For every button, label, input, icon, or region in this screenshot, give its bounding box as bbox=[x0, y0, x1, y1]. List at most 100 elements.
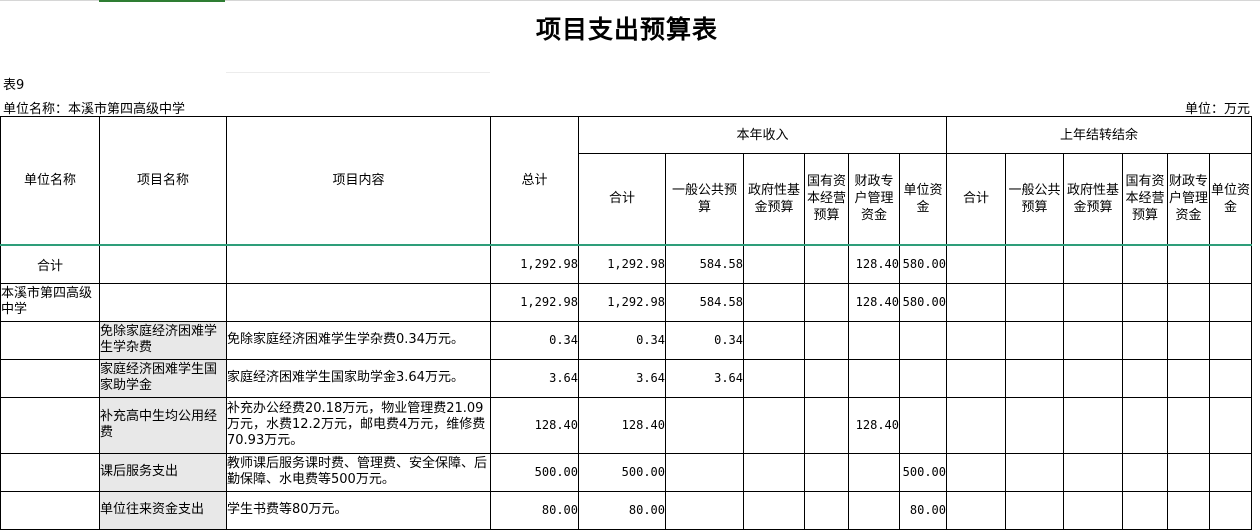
cell-co-soe[interactable] bbox=[1122, 243, 1168, 284]
cell-unit[interactable]: 合计 bbox=[0, 243, 100, 284]
cell-project[interactable]: 补充高中生均公用经费 bbox=[99, 396, 227, 454]
cell-inc-unit[interactable]: 580.00 bbox=[899, 282, 947, 322]
cell-inc-fund[interactable] bbox=[743, 452, 805, 492]
cell-co-fund[interactable] bbox=[1063, 490, 1123, 530]
header-carryover[interactable]: 上年结转结余 bbox=[946, 116, 1252, 154]
cell-total[interactable]: 80.00 bbox=[490, 490, 579, 530]
cell-project[interactable]: 家庭经济困难学生国家助学金 bbox=[99, 358, 227, 398]
cell-co-general[interactable] bbox=[1005, 452, 1064, 492]
cell-project[interactable] bbox=[99, 282, 227, 322]
cell-inc-unit[interactable]: 500.00 bbox=[899, 452, 947, 492]
cell-inc-fiscal[interactable] bbox=[848, 490, 900, 530]
cell-co-general[interactable] bbox=[1005, 320, 1064, 360]
header-inc-soe[interactable]: 国有资本经营预算 bbox=[804, 153, 849, 245]
cell-co-unit[interactable] bbox=[1209, 396, 1252, 454]
cell-inc-fund[interactable] bbox=[743, 490, 805, 530]
cell-total[interactable]: 500.00 bbox=[490, 452, 579, 492]
cell-total[interactable]: 3.64 bbox=[490, 358, 579, 398]
cell-inc-fiscal[interactable] bbox=[848, 452, 900, 492]
cell-inc-general[interactable] bbox=[665, 490, 744, 530]
header-co-unit[interactable]: 单位资金 bbox=[1209, 153, 1252, 245]
cell-inc-soe[interactable] bbox=[804, 320, 849, 360]
cell-co-general[interactable] bbox=[1005, 396, 1064, 454]
cell-co-general[interactable] bbox=[1005, 358, 1064, 398]
cell-inc-soe[interactable] bbox=[804, 282, 849, 322]
cell-unit[interactable] bbox=[0, 320, 100, 360]
cell-inc-unit[interactable] bbox=[899, 396, 947, 454]
cell-co-fiscal[interactable] bbox=[1167, 358, 1210, 398]
header-project-content[interactable]: 项目内容 bbox=[226, 116, 491, 245]
cell-inc-unit[interactable] bbox=[899, 358, 947, 398]
cell-unit[interactable] bbox=[0, 490, 100, 530]
header-inc-fund[interactable]: 政府性基金预算 bbox=[743, 153, 805, 245]
cell-project[interactable]: 课后服务支出 bbox=[99, 452, 227, 492]
cell-co-fund[interactable] bbox=[1063, 358, 1123, 398]
cell-content[interactable]: 免除家庭经济困难学生学杂费0.34万元。 bbox=[226, 320, 491, 360]
cell-inc-soe[interactable] bbox=[804, 243, 849, 284]
header-inc-unit[interactable]: 单位资金 bbox=[899, 153, 947, 245]
cell-total[interactable]: 1,292.98 bbox=[490, 282, 579, 322]
cell-total[interactable]: 128.40 bbox=[490, 396, 579, 454]
cell-co-unit[interactable] bbox=[1209, 320, 1252, 360]
cell-co-unit[interactable] bbox=[1209, 490, 1252, 530]
cell-inc-fiscal[interactable]: 128.40 bbox=[848, 396, 900, 454]
cell-co-sum[interactable] bbox=[946, 243, 1006, 284]
cell-content[interactable] bbox=[226, 243, 491, 284]
cell-co-sum[interactable] bbox=[946, 490, 1006, 530]
header-co-soe[interactable]: 国有资本经营预算 bbox=[1122, 153, 1168, 245]
cell-co-fund[interactable] bbox=[1063, 282, 1123, 322]
cell-co-soe[interactable] bbox=[1122, 396, 1168, 454]
cell-co-soe[interactable] bbox=[1122, 358, 1168, 398]
cell-inc-unit[interactable]: 80.00 bbox=[899, 490, 947, 530]
cell-inc-sum[interactable]: 500.00 bbox=[578, 452, 666, 492]
cell-co-sum[interactable] bbox=[946, 358, 1006, 398]
cell-co-sum[interactable] bbox=[946, 282, 1006, 322]
header-co-sum[interactable]: 合计 bbox=[946, 153, 1006, 245]
cell-inc-general[interactable] bbox=[665, 452, 744, 492]
cell-content[interactable] bbox=[226, 282, 491, 322]
header-co-general[interactable]: 一般公共预算 bbox=[1005, 153, 1064, 245]
header-project-name[interactable]: 项目名称 bbox=[99, 116, 227, 245]
header-inc-general[interactable]: 一般公共预算 bbox=[665, 153, 744, 245]
cell-total[interactable]: 0.34 bbox=[490, 320, 579, 360]
cell-inc-general[interactable] bbox=[665, 396, 744, 454]
cell-co-fund[interactable] bbox=[1063, 452, 1123, 492]
cell-inc-fund[interactable] bbox=[743, 320, 805, 360]
cell-co-fiscal[interactable] bbox=[1167, 320, 1210, 360]
cell-co-fiscal[interactable] bbox=[1167, 490, 1210, 530]
cell-project[interactable]: 单位往来资金支出 bbox=[99, 490, 227, 530]
cell-co-fiscal[interactable] bbox=[1167, 452, 1210, 492]
cell-co-fiscal[interactable] bbox=[1167, 396, 1210, 454]
header-current-income[interactable]: 本年收入 bbox=[578, 116, 947, 154]
cell-total[interactable]: 1,292.98 bbox=[490, 243, 579, 284]
cell-inc-general[interactable]: 0.34 bbox=[665, 320, 744, 360]
cell-inc-soe[interactable] bbox=[804, 490, 849, 530]
cell-content[interactable]: 学生书费等80万元。 bbox=[226, 490, 491, 530]
cell-inc-fund[interactable] bbox=[743, 282, 805, 322]
cell-co-general[interactable] bbox=[1005, 243, 1064, 284]
cell-inc-sum[interactable]: 128.40 bbox=[578, 396, 666, 454]
cell-inc-soe[interactable] bbox=[804, 452, 849, 492]
cell-inc-sum[interactable]: 80.00 bbox=[578, 490, 666, 530]
cell-content[interactable]: 补充办公经费20.18万元，物业管理费21.09万元，水费12.2万元，邮电费4… bbox=[226, 396, 491, 454]
header-total[interactable]: 总计 bbox=[490, 116, 579, 245]
cell-co-fund[interactable] bbox=[1063, 320, 1123, 360]
cell-inc-unit[interactable]: 580.00 bbox=[899, 243, 947, 284]
cell-content[interactable]: 家庭经济困难学生国家助学金3.64万元。 bbox=[226, 358, 491, 398]
cell-co-soe[interactable] bbox=[1122, 490, 1168, 530]
cell-project[interactable]: 免除家庭经济困难学生学杂费 bbox=[99, 320, 227, 360]
cell-unit[interactable]: 本溪市第四高级中学 bbox=[0, 282, 100, 322]
cell-co-fiscal[interactable] bbox=[1167, 282, 1210, 322]
cell-inc-sum[interactable]: 0.34 bbox=[578, 320, 666, 360]
cell-co-soe[interactable] bbox=[1122, 320, 1168, 360]
header-unit-name[interactable]: 单位名称 bbox=[0, 116, 100, 245]
cell-inc-unit[interactable] bbox=[899, 320, 947, 360]
cell-co-unit[interactable] bbox=[1209, 358, 1252, 398]
cell-content[interactable]: 教师课后服务课时费、管理费、安全保障、后勤保障、水电费等500万元。 bbox=[226, 452, 491, 492]
cell-project[interactable] bbox=[99, 243, 227, 284]
cell-co-sum[interactable] bbox=[946, 452, 1006, 492]
cell-co-sum[interactable] bbox=[946, 320, 1006, 360]
cell-co-soe[interactable] bbox=[1122, 452, 1168, 492]
cell-inc-general[interactable]: 584.58 bbox=[665, 282, 744, 322]
cell-inc-general[interactable]: 3.64 bbox=[665, 358, 744, 398]
